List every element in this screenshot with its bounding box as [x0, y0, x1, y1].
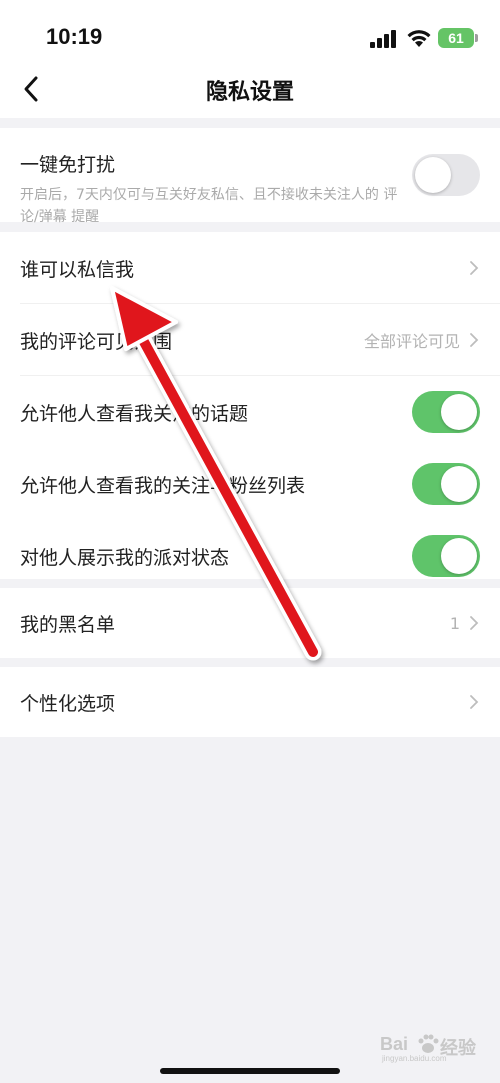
row-label: 对他人展示我的派对状态	[20, 546, 230, 569]
dnd-title: 一键免打扰	[20, 154, 116, 176]
row-label: 我的黑名单	[20, 613, 116, 636]
blacklist-section: 我的黑名单 1	[0, 588, 500, 658]
home-indicator[interactable]	[160, 1068, 340, 1074]
show-follow-lists-toggle[interactable]	[412, 463, 480, 505]
toggle-knob	[441, 538, 477, 574]
row-label: 允许他人查看我的关注与粉丝列表	[20, 474, 306, 497]
row-blacklist[interactable]: 我的黑名单 1	[0, 588, 500, 658]
personalization-section: 个性化选项	[0, 667, 500, 737]
row-party-status: 对他人展示我的派对状态	[0, 520, 500, 592]
dnd-toggle[interactable]	[412, 154, 480, 196]
signal-icon	[370, 30, 396, 48]
privacy-section: 谁可以私信我 我的评论可见范围 全部评论可见 允许他人查看我关注的话题 允许他人…	[0, 232, 500, 579]
battery-icon: 61	[438, 28, 474, 48]
watermark-logo: Bai 经验 jingyan.baidu.com	[380, 1030, 495, 1064]
row-show-follow-lists: 允许他人查看我的关注与粉丝列表	[0, 448, 500, 520]
chevron-right-icon	[470, 616, 479, 630]
toggle-knob	[441, 466, 477, 502]
status-time: 10:19	[46, 24, 103, 49]
watermark-url: jingyan.baidu.com	[382, 1054, 447, 1063]
party-status-toggle[interactable]	[412, 535, 480, 577]
row-label: 个性化选项	[20, 692, 116, 715]
show-topics-toggle[interactable]	[412, 391, 480, 433]
row-personalization[interactable]: 个性化选项	[0, 667, 500, 737]
wifi-icon	[407, 30, 431, 47]
toggle-knob	[441, 394, 477, 430]
row-label: 谁可以私信我	[20, 258, 135, 281]
blacklist-count: 1	[449, 613, 460, 633]
status-bar: 10:19 61	[0, 0, 500, 60]
battery-tip	[475, 34, 478, 42]
paw-icon	[418, 1034, 439, 1053]
chevron-right-icon	[470, 333, 479, 347]
page-title: 隐私设置	[205, 80, 294, 105]
dnd-description: 开启后，7天内仅可与互关好友私信、且不接收未关注人的 评论/弹幕 提醒	[20, 187, 398, 225]
nav-bar: 隐私设置	[0, 60, 500, 118]
row-value: 全部评论可见	[363, 332, 460, 351]
row-comment-visibility[interactable]: 我的评论可见范围 全部评论可见	[0, 304, 500, 376]
battery-level: 61	[448, 30, 464, 46]
chevron-right-icon	[470, 261, 479, 275]
watermark-text: Bai	[380, 1034, 409, 1054]
dnd-section: 一键免打扰 开启后，7天内仅可与互关好友私信、且不接收未关注人的 评论/弹幕 提…	[0, 128, 500, 225]
toggle-knob	[415, 157, 451, 193]
row-label: 允许他人查看我关注的话题	[20, 402, 249, 425]
chevron-right-icon	[470, 695, 479, 709]
row-label: 我的评论可见范围	[20, 330, 173, 353]
row-show-topics: 允许他人查看我关注的话题	[0, 376, 500, 448]
row-who-can-message[interactable]: 谁可以私信我	[0, 232, 500, 304]
